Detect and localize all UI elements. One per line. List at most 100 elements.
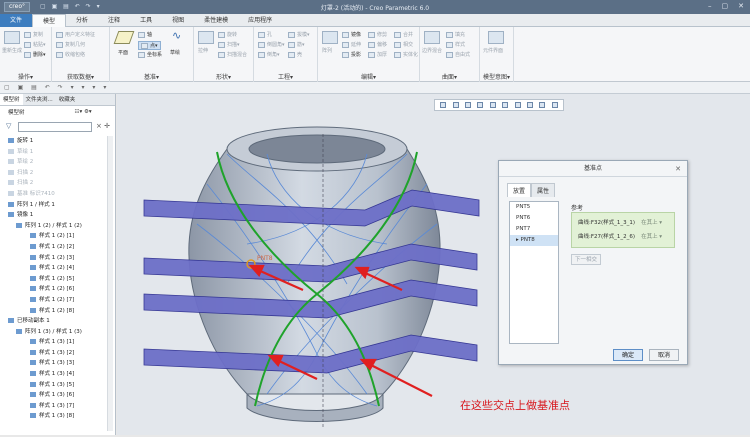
tree-search-input[interactable] [18,122,92,132]
point-list-item[interactable]: PNT6 [510,213,558,224]
extend-button[interactable]: 延伸 [342,41,361,48]
tree-scrollbar[interactable] [107,136,113,431]
hole-button[interactable]: 孔 [258,31,272,38]
display-style-icon[interactable] [514,102,521,108]
tree-item[interactable]: 扫描 2 [0,178,106,189]
tree-item[interactable]: 样式 1 (2) [8] [0,306,106,317]
tree-item[interactable]: 样式 1 (3) [5] [0,380,106,391]
tree-item[interactable]: 样式 1 (3) [6] [0,390,106,401]
maximize-icon[interactable]: ▢ [722,2,729,10]
annotation-display-icon[interactable] [539,102,546,108]
component-interface-button[interactable]: 元件界面 [483,47,503,54]
plane-button[interactable]: 平面 [118,49,128,56]
tree-item[interactable]: 阵列 1 / 样式 1 [0,200,106,211]
axis-button[interactable]: 轴 [138,31,152,38]
tree-item[interactable]: 阵列 1 (3) / 样式 1 (3) [0,327,106,338]
zoom-fit-icon[interactable] [440,102,447,108]
round-button[interactable]: 倒圆角▾ [258,41,285,48]
zoom-out-icon[interactable] [464,102,471,108]
tree-item[interactable]: 草绘 2 [0,157,106,168]
close-icon[interactable]: ✕ [738,2,744,10]
references-collector[interactable]: 曲线:F32(样式_1_3_1) 在其上 ▾ 曲线:F27(样式_1_2_6) 在其… [571,212,675,248]
coordinate-system-button[interactable]: 坐标系 [138,51,162,58]
tree-item[interactable]: 扫描 2 [0,168,106,179]
spin-center-icon[interactable] [551,102,558,108]
zoom-in-icon[interactable] [452,102,459,108]
constraint-dropdown[interactable]: 在其上 ▾ [641,220,662,226]
tree-item[interactable]: 样式 1 (3) [2] [0,348,106,359]
tab-applications[interactable]: 应用程序 [238,14,282,27]
constraint-dropdown[interactable]: 在其上 ▾ [641,234,662,240]
pattern-button[interactable]: 阵列 [322,47,332,54]
component-interface-icon[interactable] [488,31,504,44]
chamfer-button[interactable]: 倒角▾ [258,51,280,58]
point-list-item[interactable]: PNT5 [510,202,558,213]
revolve-button[interactable]: 旋转 [218,31,237,38]
model-toolbar[interactable]: ▢ ▣ ▤ ↶ ↷ ▾ ▾ ▾ ▾ [0,82,750,94]
tree-item[interactable]: 阵列 1 (2) / 样式 1 (2) [0,221,106,232]
tab-analysis[interactable]: 分析 [66,14,98,27]
intersect-button[interactable]: 相交 [394,41,413,48]
delete-button[interactable]: 删除▾ [24,51,46,58]
tree-item[interactable]: 样式 1 (3) [4] [0,369,106,380]
tree-item[interactable]: 样式 1 (3) [7] [0,401,106,412]
cancel-button[interactable]: 取消 [649,349,679,361]
tree-item[interactable]: 样式 1 (3) [3] [0,358,106,369]
project-button[interactable]: 投影 [342,51,361,58]
tree-item[interactable]: 样式 1 (2) [1] [0,231,106,242]
orientation-icon[interactable] [489,102,496,108]
tree-item[interactable]: 镜像 1 [0,210,106,221]
swept-blend-button[interactable]: 扫描混合 [218,51,247,58]
repaint-icon[interactable] [477,102,484,108]
point-button[interactable]: 点▾ [138,41,161,50]
tab-properties[interactable]: 属性 [531,183,556,197]
trim-button[interactable]: 修剪 [368,31,387,38]
rib-button[interactable]: 筋▾ [288,41,305,48]
shell-button[interactable]: 壳 [288,51,302,58]
boundary-blend-icon[interactable] [424,31,440,44]
boundary-blend-button[interactable]: 边界混合 [422,47,442,54]
saved-views-icon[interactable] [502,102,509,108]
tree-item[interactable]: 样式 1 (2) [4] [0,263,106,274]
tree-item[interactable]: 样式 1 (2) [7] [0,295,106,306]
tree-item[interactable]: 基准 标识7410 [0,189,106,200]
freestyle-button[interactable]: 自由式 [446,51,470,58]
offset-button[interactable]: 偏移 [368,41,387,48]
regenerate-button[interactable]: 重新生成 [2,47,22,54]
tree-item[interactable]: 旋转 1 [0,136,106,147]
style-button[interactable]: 样式 [446,41,465,48]
copy-geometry-button[interactable]: 复制几何 [56,41,85,48]
tab-folder-browser[interactable]: 文件夹浏... [23,94,56,105]
tab-flexible-modeling[interactable]: 柔性建模 [194,14,238,27]
point-list-item-selected[interactable]: ▸ PNT8 [510,235,558,246]
tree-item[interactable]: 样式 1 (2) [6] [0,284,106,295]
paste-button[interactable]: 粘贴▾ [24,41,46,48]
next-intersection-button[interactable]: 下一相交 [571,254,601,265]
reference-row[interactable]: 曲线:F27(样式_1_2_6) 在其上 ▾ [578,232,662,240]
reference-row[interactable]: 曲线:F32(样式_1_3_1) 在其上 ▾ [578,218,662,226]
mirror-button[interactable]: 镜像 [342,31,361,38]
add-column-icon[interactable]: × ✛ [96,122,110,130]
sweep-button[interactable]: 扫描▾ [218,41,240,48]
merge-button[interactable]: 合并 [394,31,413,38]
shrinkwrap-button[interactable]: 收缩包络 [56,51,85,58]
sketch-button[interactable]: 草绘 [170,49,180,56]
regenerate-icon[interactable] [4,31,20,44]
tab-placement[interactable]: 放置 [507,183,532,197]
extrude-icon[interactable] [198,31,214,44]
solidify-button[interactable]: 实体化 [394,51,418,58]
tree-item[interactable]: 样式 1 (2) [3] [0,253,106,264]
tree-settings-icon[interactable]: ☷▾ ⚙▾ [75,109,92,115]
fill-button[interactable]: 填充 [446,31,465,38]
extrude-button[interactable]: 拉伸 [198,47,208,54]
plane-icon[interactable] [113,31,135,44]
udf-button[interactable]: 用户定义特征 [56,31,95,38]
dialog-close-icon[interactable]: ✕ [675,161,681,177]
draft-button[interactable]: 拔模▾ [288,31,310,38]
tree-item[interactable]: 样式 1 (3) [1] [0,337,106,348]
tab-annotate[interactable]: 注释 [98,14,130,27]
tab-tools[interactable]: 工具 [130,14,162,27]
tree-item[interactable]: 草绘 1 [0,147,106,158]
minimize-icon[interactable]: – [708,2,712,10]
ok-button[interactable]: 确定 [613,349,643,361]
